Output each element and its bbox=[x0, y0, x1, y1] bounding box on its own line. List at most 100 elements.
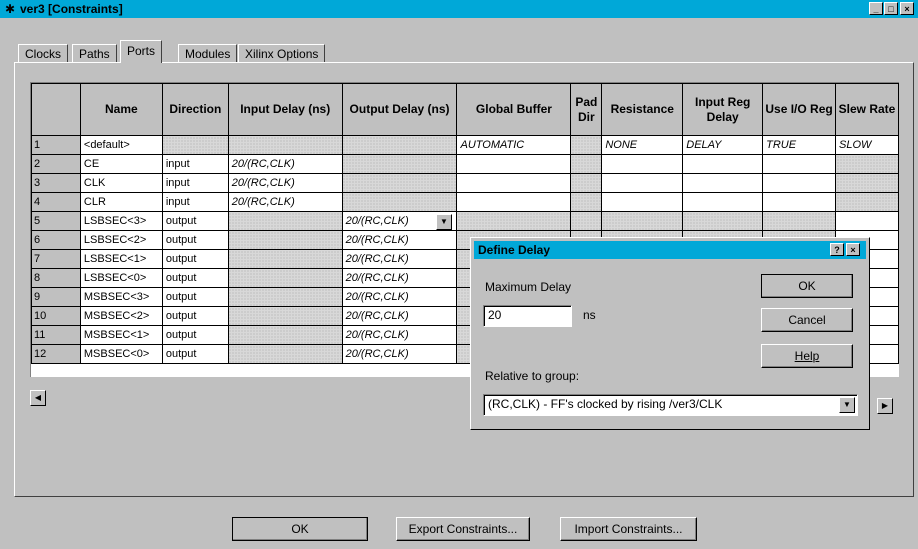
cell-output-delay[interactable]: 20/(RC,CLK) bbox=[341, 344, 458, 364]
col-header-pad-dir[interactable]: Pad Dir bbox=[570, 83, 603, 136]
cell-output-delay[interactable] bbox=[341, 192, 458, 212]
cell-use-io-reg[interactable] bbox=[762, 192, 836, 212]
ok-button[interactable]: OK bbox=[232, 517, 368, 541]
cell-slew-rate[interactable] bbox=[835, 154, 899, 174]
cell-name[interactable]: <default> bbox=[79, 135, 163, 155]
cell-slew-rate[interactable] bbox=[835, 211, 899, 231]
cell-name[interactable]: MSBSEC<2> bbox=[79, 306, 163, 326]
minimize-button[interactable]: _ bbox=[869, 2, 883, 15]
cell-global-buffer[interactable] bbox=[456, 211, 572, 231]
cell-pad-dir[interactable] bbox=[570, 211, 603, 231]
cell-name[interactable]: LSBSEC<1> bbox=[79, 249, 163, 269]
cell-global-buffer[interactable] bbox=[456, 192, 572, 212]
row-number[interactable]: 1 bbox=[31, 135, 81, 155]
cell-use-io-reg[interactable] bbox=[762, 154, 836, 174]
cell-input-delay[interactable] bbox=[227, 135, 343, 155]
cell-name[interactable]: CLK bbox=[79, 173, 163, 193]
cell-input-reg-delay[interactable] bbox=[682, 173, 764, 193]
col-header-slew-rate[interactable]: Slew Rate bbox=[835, 83, 899, 136]
cell-direction[interactable]: output bbox=[161, 249, 229, 269]
cell-output-delay[interactable]: 20/(RC,CLK) bbox=[341, 230, 458, 250]
cell-input-delay[interactable] bbox=[227, 287, 343, 307]
cell-pad-dir[interactable] bbox=[570, 173, 603, 193]
col-header-input-delay[interactable]: Input Delay (ns) bbox=[227, 83, 343, 136]
cell-output-delay[interactable]: 20/(RC,CLK) bbox=[341, 306, 458, 326]
col-header-use-io-reg[interactable]: Use I/O Reg bbox=[762, 83, 836, 136]
cell-input-reg-delay[interactable] bbox=[682, 154, 764, 174]
scroll-left-button[interactable]: ◀ bbox=[30, 390, 46, 406]
cell-input-delay[interactable] bbox=[227, 230, 343, 250]
tab-xilinx-options[interactable]: Xilinx Options bbox=[238, 44, 326, 62]
cell-direction[interactable]: input bbox=[161, 192, 229, 212]
row-number[interactable]: 5 bbox=[31, 211, 81, 231]
cell-input-delay[interactable] bbox=[227, 268, 343, 288]
relative-group-select[interactable]: (RC,CLK) - FF's clocked by rising /ver3/… bbox=[483, 394, 858, 416]
dialog-titlebar[interactable]: Define Delay ? × bbox=[474, 241, 866, 259]
tab-ports[interactable]: Ports bbox=[120, 40, 163, 63]
cell-resistance[interactable] bbox=[601, 173, 684, 193]
table-row[interactable]: 3 CLK input 20/(RC,CLK) bbox=[31, 173, 899, 193]
cell-pad-dir[interactable] bbox=[570, 154, 603, 174]
dialog-ok-button[interactable]: OK bbox=[761, 274, 853, 298]
row-number[interactable]: 12 bbox=[31, 344, 81, 364]
cell-name[interactable]: LSBSEC<3> bbox=[79, 211, 163, 231]
row-number[interactable]: 6 bbox=[31, 230, 81, 250]
cell-slew-rate[interactable]: SLOW bbox=[835, 135, 899, 155]
table-row[interactable]: 4 CLR input 20/(RC,CLK) bbox=[31, 192, 899, 212]
cell-global-buffer[interactable] bbox=[456, 173, 572, 193]
cell-input-delay[interactable] bbox=[227, 249, 343, 269]
cell-name[interactable]: LSBSEC<2> bbox=[79, 230, 163, 250]
cell-direction[interactable]: output bbox=[161, 211, 229, 231]
cell-input-delay[interactable] bbox=[227, 325, 343, 345]
cell-direction[interactable]: output bbox=[161, 230, 229, 250]
import-constraints-button[interactable]: Import Constraints... bbox=[560, 517, 697, 541]
export-constraints-button[interactable]: Export Constraints... bbox=[396, 517, 530, 541]
cell-direction[interactable]: output bbox=[161, 268, 229, 288]
cell-direction[interactable] bbox=[161, 135, 229, 155]
cell-global-buffer[interactable]: AUTOMATIC bbox=[456, 135, 572, 155]
col-header-resistance[interactable]: Resistance bbox=[601, 83, 684, 136]
cell-output-delay[interactable]: 20/(RC,CLK) bbox=[341, 287, 458, 307]
cell-global-buffer[interactable] bbox=[456, 154, 572, 174]
max-delay-input[interactable]: 20 bbox=[483, 305, 572, 327]
cell-name[interactable]: MSBSEC<0> bbox=[79, 344, 163, 364]
cell-slew-rate[interactable] bbox=[835, 192, 899, 212]
col-header-global-buffer[interactable]: Global Buffer bbox=[456, 83, 572, 136]
tab-clocks[interactable]: Clocks bbox=[18, 44, 69, 62]
cell-direction[interactable]: input bbox=[161, 154, 229, 174]
col-header-input-reg-delay[interactable]: Input Reg Delay bbox=[682, 83, 764, 136]
cell-output-delay[interactable] bbox=[341, 135, 458, 155]
close-button[interactable]: × bbox=[900, 2, 914, 15]
cell-resistance[interactable]: NONE bbox=[601, 135, 684, 155]
cell-resistance[interactable] bbox=[601, 154, 684, 174]
cell-output-delay[interactable] bbox=[341, 154, 458, 174]
cell-direction[interactable]: output bbox=[161, 325, 229, 345]
cell-input-delay[interactable] bbox=[227, 344, 343, 364]
row-number[interactable]: 8 bbox=[31, 268, 81, 288]
cell-pad-dir[interactable] bbox=[570, 192, 603, 212]
cell-direction[interactable]: output bbox=[161, 306, 229, 326]
cell-name[interactable]: MSBSEC<3> bbox=[79, 287, 163, 307]
cell-direction[interactable]: output bbox=[161, 287, 229, 307]
cell-use-io-reg[interactable] bbox=[762, 173, 836, 193]
cell-name[interactable]: MSBSEC<1> bbox=[79, 325, 163, 345]
col-header-output-delay[interactable]: Output Delay (ns) bbox=[341, 83, 458, 136]
cell-output-delay[interactable]: 20/(RC,CLK) bbox=[341, 268, 458, 288]
tab-paths[interactable]: Paths bbox=[72, 44, 117, 62]
row-number[interactable]: 10 bbox=[31, 306, 81, 326]
cell-output-delay[interactable]: 20/(RC,CLK) bbox=[341, 249, 458, 269]
cell-input-delay[interactable] bbox=[227, 306, 343, 326]
chevron-down-icon[interactable]: ▼ bbox=[839, 397, 855, 413]
cell-pad-dir[interactable] bbox=[570, 135, 603, 155]
col-header-direction[interactable]: Direction bbox=[161, 83, 229, 136]
output-delay-dropdown-button[interactable]: ▼ bbox=[436, 214, 452, 230]
dialog-close-button[interactable]: × bbox=[846, 243, 860, 256]
dialog-help-button[interactable]: Help bbox=[761, 344, 853, 368]
cell-input-reg-delay[interactable] bbox=[682, 211, 764, 231]
cell-use-io-reg[interactable] bbox=[762, 211, 836, 231]
cell-input-reg-delay[interactable]: DELAY bbox=[682, 135, 764, 155]
dialog-help-icon[interactable]: ? bbox=[830, 243, 844, 256]
cell-input-reg-delay[interactable] bbox=[682, 192, 764, 212]
table-row[interactable]: 5 LSBSEC<3> output 20/(RC,CLK) bbox=[31, 211, 899, 231]
col-header-name[interactable]: Name bbox=[79, 83, 163, 136]
